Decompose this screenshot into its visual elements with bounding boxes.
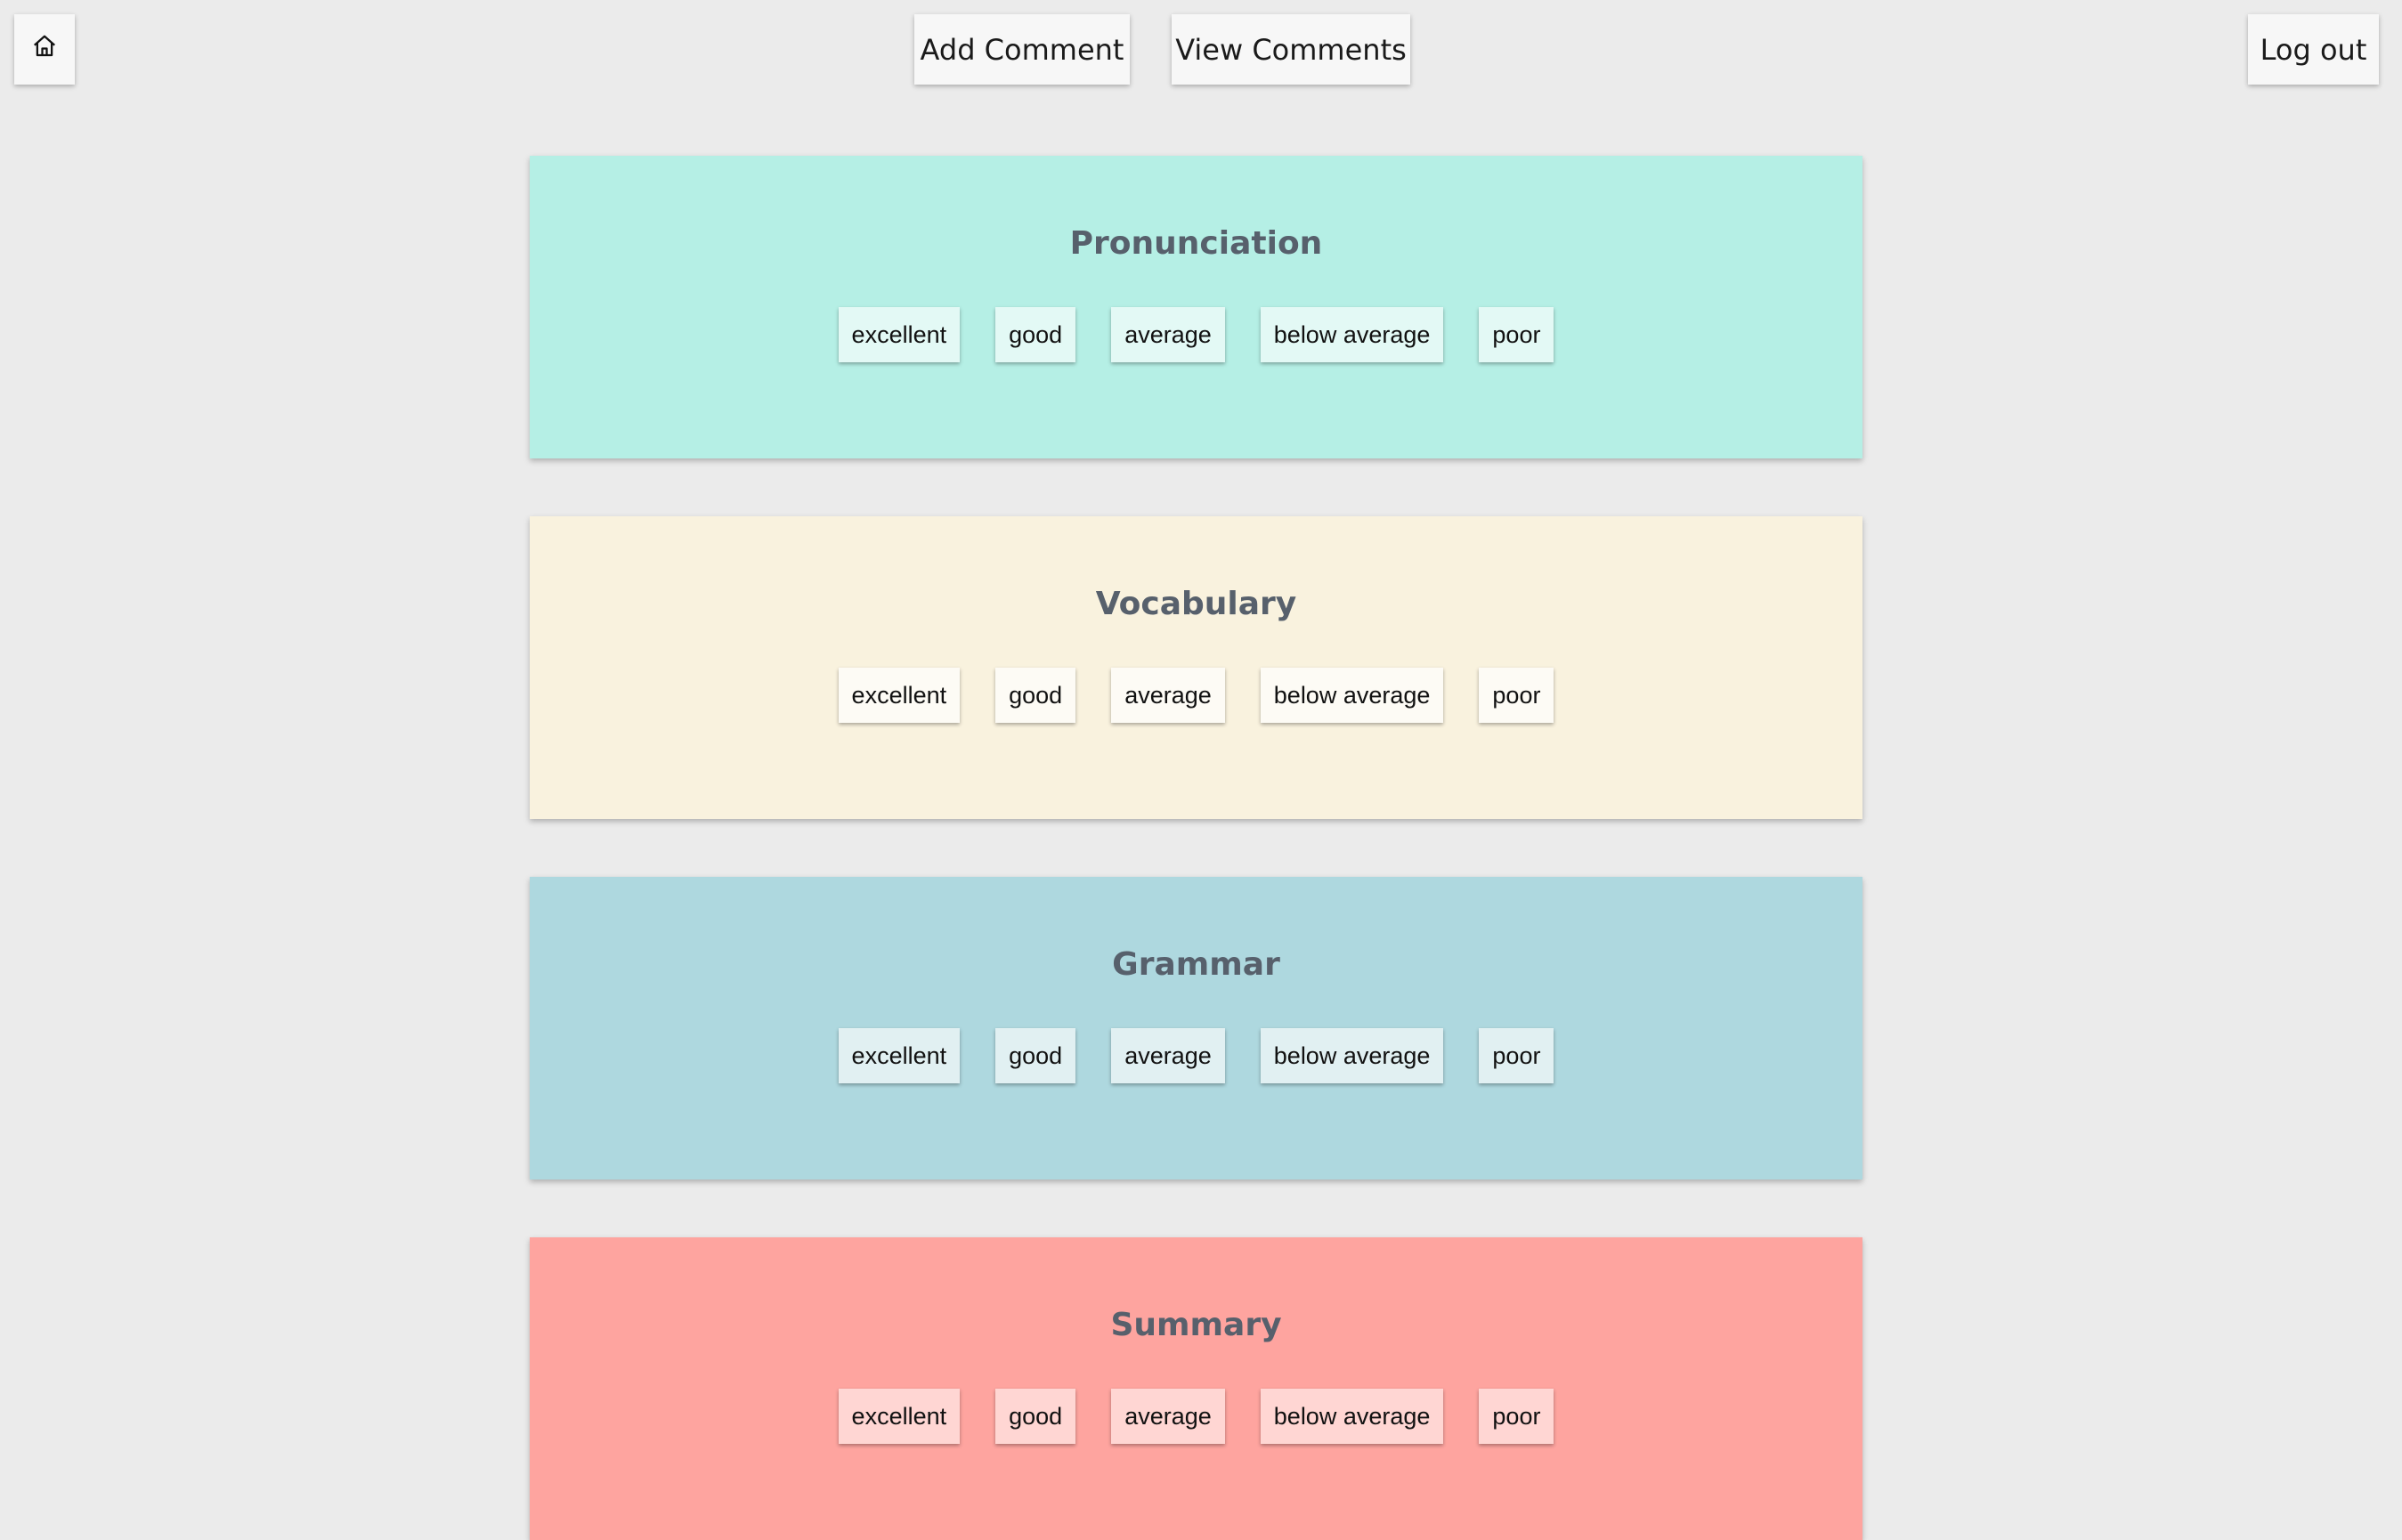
logout-button[interactable]: Log out: [2248, 14, 2379, 85]
rating-options: excellent good average below average poo…: [530, 668, 1862, 723]
rating-poor-button[interactable]: poor: [1479, 668, 1554, 723]
card-title: Summary: [1110, 1307, 1282, 1343]
add-comment-button[interactable]: Add Comment: [914, 14, 1130, 85]
vocabulary-card: Vocabulary excellent good average below …: [530, 516, 1862, 819]
rating-poor-button[interactable]: poor: [1479, 307, 1554, 362]
home-icon: [31, 33, 58, 67]
view-comments-button[interactable]: View Comments: [1172, 14, 1410, 85]
rating-excellent-button[interactable]: excellent: [838, 307, 961, 362]
rating-average-button[interactable]: average: [1111, 1028, 1225, 1083]
rating-below-average-button[interactable]: below average: [1260, 668, 1444, 723]
card-title: Vocabulary: [1095, 586, 1297, 622]
rating-good-button[interactable]: good: [995, 307, 1076, 362]
summary-card: Summary excellent good average below ave…: [530, 1237, 1862, 1540]
rating-poor-button[interactable]: poor: [1479, 1028, 1554, 1083]
rating-good-button[interactable]: good: [995, 668, 1076, 723]
rating-below-average-button[interactable]: below average: [1260, 1028, 1444, 1083]
card-title: Grammar: [1112, 946, 1280, 983]
rating-below-average-button[interactable]: below average: [1260, 307, 1444, 362]
rating-good-button[interactable]: good: [995, 1028, 1076, 1083]
pronunciation-card: Pronunciation excellent good average bel…: [530, 156, 1862, 458]
rating-average-button[interactable]: average: [1111, 1389, 1225, 1444]
rating-options: excellent good average below average poo…: [530, 1389, 1862, 1444]
rating-options: excellent good average below average poo…: [530, 1028, 1862, 1083]
rating-excellent-button[interactable]: excellent: [838, 1028, 961, 1083]
card-title: Pronunciation: [1069, 225, 1323, 262]
rating-below-average-button[interactable]: below average: [1260, 1389, 1444, 1444]
grammar-card: Grammar excellent good average below ave…: [530, 877, 1862, 1179]
rating-average-button[interactable]: average: [1111, 307, 1225, 362]
rating-average-button[interactable]: average: [1111, 668, 1225, 723]
home-button[interactable]: [14, 14, 75, 85]
rating-excellent-button[interactable]: excellent: [838, 668, 961, 723]
rating-good-button[interactable]: good: [995, 1389, 1076, 1444]
rating-excellent-button[interactable]: excellent: [838, 1389, 961, 1444]
rating-options: excellent good average below average poo…: [530, 307, 1862, 362]
rating-poor-button[interactable]: poor: [1479, 1389, 1554, 1444]
